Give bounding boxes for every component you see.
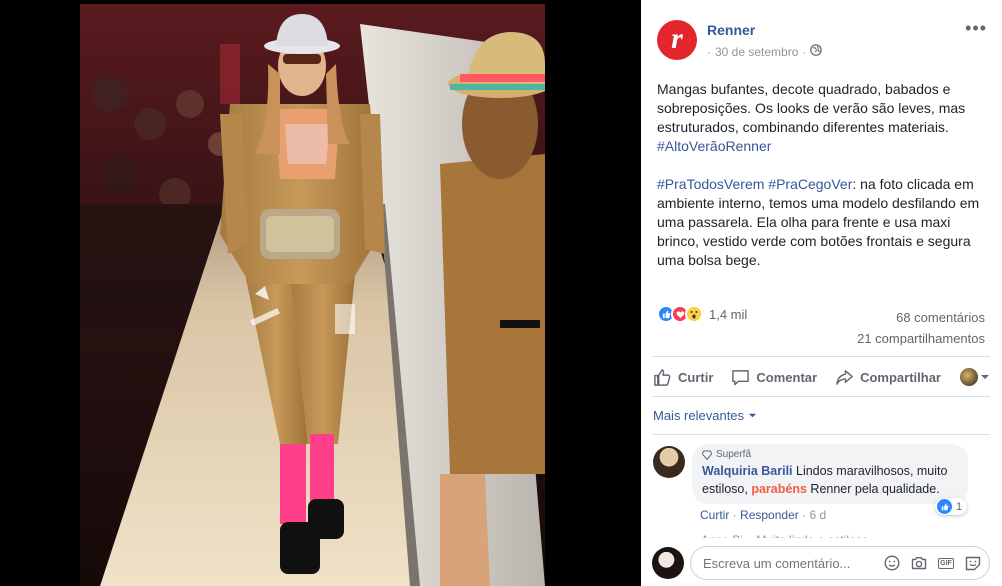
react-as-selector[interactable] bbox=[960, 368, 990, 386]
reactions-summary[interactable]: 1,4 mil bbox=[657, 305, 747, 323]
runway-photo bbox=[80, 4, 545, 586]
hashtag-pracegover[interactable]: #PraCegoVer bbox=[768, 176, 852, 192]
post-sidebar: r Renner · 30 de setembro · ••• Mangas b… bbox=[641, 0, 1002, 586]
post-header: r Renner · 30 de setembro · ••• bbox=[657, 18, 987, 62]
comment-composer: GIF bbox=[641, 538, 1002, 586]
page-name[interactable]: Renner bbox=[707, 22, 755, 38]
shares-count[interactable]: 21 compartilhamentos bbox=[857, 328, 985, 349]
comment-highlight: parabéns bbox=[751, 482, 807, 496]
comment-button[interactable]: Comentar bbox=[731, 368, 817, 387]
post-actions: Curtir Comentar Compartilhar bbox=[653, 362, 990, 392]
avatar bbox=[960, 368, 978, 386]
composer-icons: GIF bbox=[883, 555, 982, 571]
divider bbox=[653, 434, 990, 435]
fan-badge: Superfã bbox=[702, 449, 958, 460]
more-options-icon[interactable]: ••• bbox=[965, 18, 987, 38]
badge-label: Superfã bbox=[716, 449, 752, 460]
photo-area bbox=[0, 0, 641, 586]
comment-like-link[interactable]: Curtir bbox=[700, 508, 729, 522]
thumbs-up-icon bbox=[654, 368, 671, 386]
like-icon bbox=[937, 499, 952, 514]
hashtag-altoverao[interactable]: #AltoVerãoRenner bbox=[657, 138, 771, 154]
comment-label: Comentar bbox=[756, 369, 818, 385]
comment-time[interactable]: 6 d bbox=[809, 508, 826, 522]
comment-actions: Curtir · Responder · 6 d bbox=[700, 508, 826, 522]
comment-text: Walquiria Barili Lindos maravilhosos, mu… bbox=[702, 462, 958, 498]
comments-count[interactable]: 68 comentários bbox=[857, 307, 985, 328]
comment-author[interactable]: Walquiria Barili bbox=[702, 464, 793, 478]
photo-viewer: r Renner · 30 de setembro · ••• Mangas b… bbox=[0, 0, 1002, 586]
reactions-count[interactable]: 1,4 mil bbox=[709, 307, 747, 322]
sort-label: Mais relevantes bbox=[653, 408, 745, 423]
avatar bbox=[652, 547, 684, 579]
post-meta: · 30 de setembro · bbox=[707, 44, 823, 59]
share-label: Compartilhar bbox=[860, 369, 941, 385]
engagement-counts: 68 comentários 21 compartilhamentos bbox=[857, 307, 985, 349]
like-label: Curtir bbox=[678, 369, 714, 385]
hashtag-pratodosverem[interactable]: #PraTodosVerem bbox=[657, 176, 764, 192]
caret-down-icon bbox=[748, 413, 757, 418]
globe-icon[interactable] bbox=[810, 44, 823, 59]
wow-icon bbox=[685, 305, 703, 323]
post-text: Mangas bufantes, decote quadrado, babado… bbox=[657, 80, 989, 289]
divider bbox=[653, 396, 990, 397]
meta-separator-2: · bbox=[802, 44, 807, 59]
comment-like-count: 1 bbox=[956, 500, 963, 513]
chevron-down-icon bbox=[981, 375, 989, 379]
post-date[interactable]: 30 de setembro bbox=[715, 45, 798, 59]
share-button[interactable]: Compartilhar bbox=[835, 368, 941, 387]
comment-sort-dropdown[interactable]: Mais relevantes bbox=[653, 408, 757, 423]
dot-separator: · bbox=[732, 508, 741, 522]
comment-reaction-count[interactable]: 1 bbox=[935, 498, 968, 515]
page-avatar[interactable]: r bbox=[657, 20, 697, 60]
comment-text-b: Renner pela qualidade. bbox=[806, 482, 940, 496]
comment-bubble: Superfã Walquiria Barili Lindos maravilh… bbox=[692, 444, 968, 504]
share-icon bbox=[836, 369, 853, 385]
comment-reply-link[interactable]: Responder bbox=[740, 508, 799, 522]
divider bbox=[653, 356, 990, 357]
post-text-p1: Mangas bufantes, decote quadrado, babado… bbox=[657, 81, 966, 135]
diamond-icon bbox=[702, 450, 712, 460]
like-button[interactable]: Curtir bbox=[653, 368, 713, 387]
comment-avatar[interactable] bbox=[653, 446, 685, 478]
post-photo[interactable] bbox=[80, 4, 545, 586]
sticker-icon[interactable] bbox=[964, 555, 982, 571]
gif-icon[interactable]: GIF bbox=[937, 555, 955, 571]
comment-icon bbox=[732, 369, 750, 385]
emoji-icon[interactable] bbox=[883, 555, 901, 571]
meta-separator: · bbox=[707, 44, 711, 59]
camera-icon[interactable] bbox=[910, 555, 928, 571]
